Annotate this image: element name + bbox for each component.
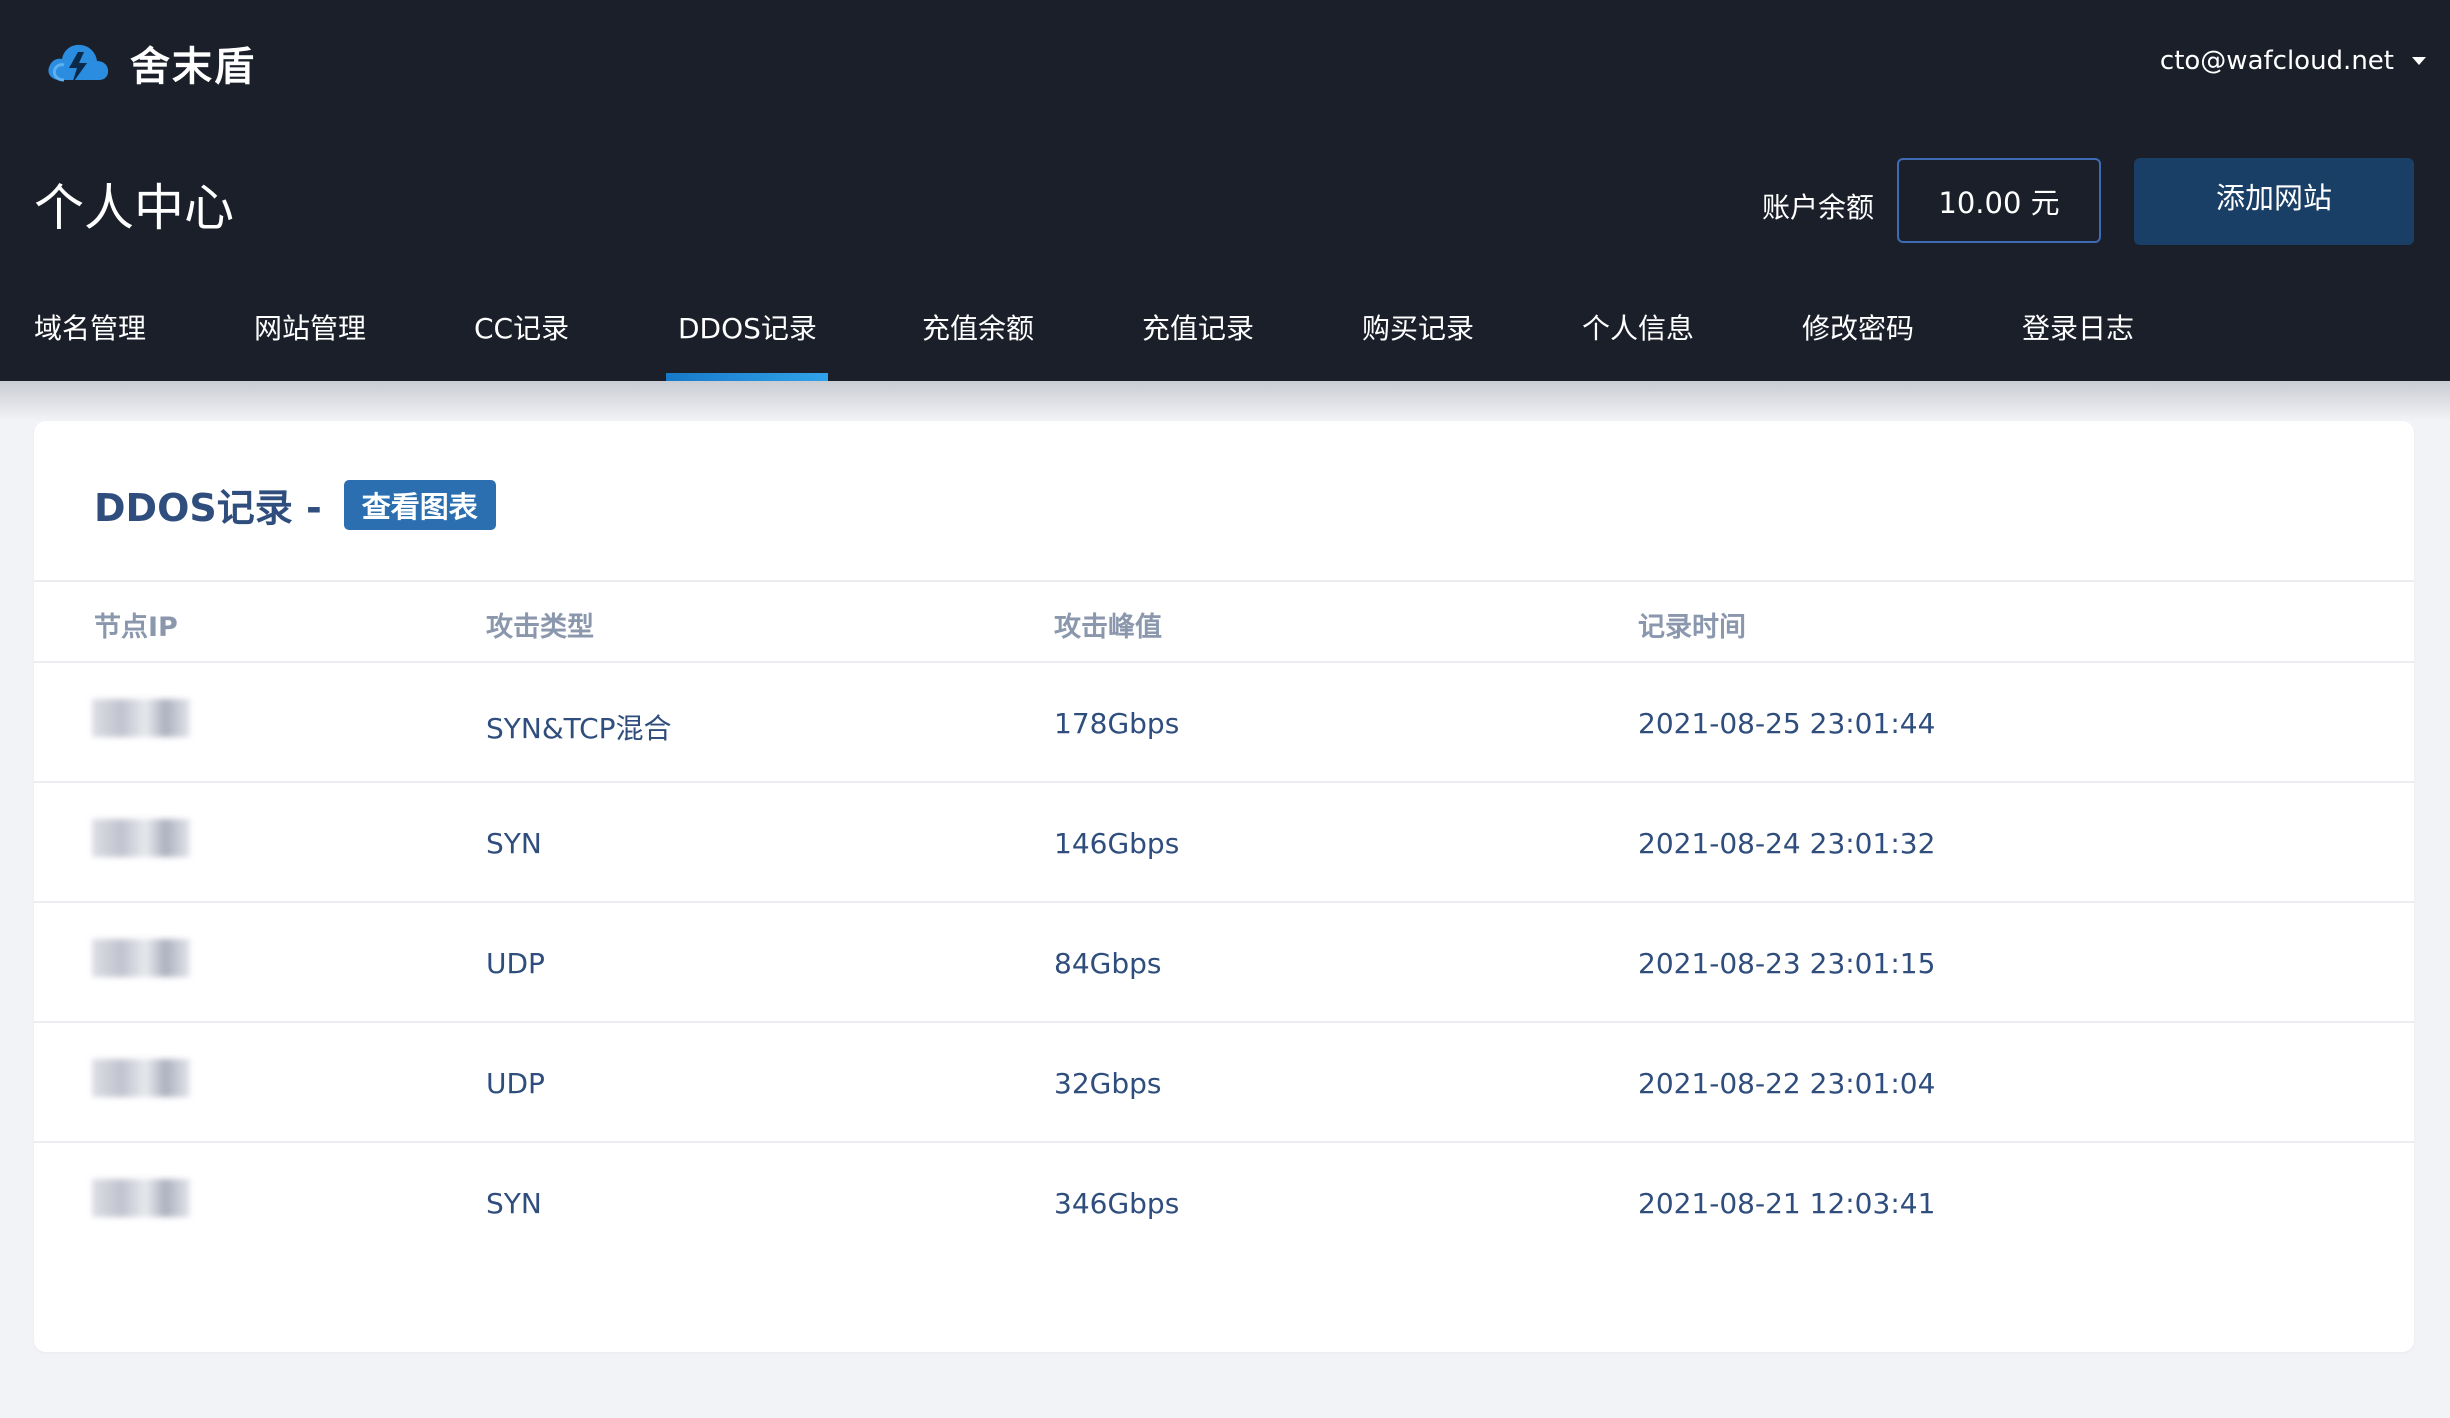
view-chart-button[interactable]: 查看图表 xyxy=(343,479,496,530)
page-title: 个人中心 xyxy=(34,179,234,237)
table-row[interactable]: UDP 84Gbps 2021-08-23 23:01:15 xyxy=(34,903,2414,1023)
nav-tabs: 域名管理 网站管理 CC记录 DDOS记录 充值余额 充值记录 购买记录 个人信… xyxy=(0,290,2450,381)
attack-type: UDP xyxy=(486,947,545,980)
tab-login-log[interactable]: 登录日志 xyxy=(2022,290,2134,381)
node-ip-redacted xyxy=(92,1059,190,1097)
tab-cc-records[interactable]: CC记录 xyxy=(474,290,569,381)
user-email: cto@wafcloud.net xyxy=(2159,46,2394,76)
attack-peak: 84Gbps xyxy=(1054,947,1162,980)
column-header-attack-type[interactable]: 攻击类型 xyxy=(486,605,594,644)
attack-peak: 146Gbps xyxy=(1054,827,1180,860)
record-time: 2021-08-23 23:01:15 xyxy=(1638,947,1936,980)
logo[interactable]: 舍末盾 xyxy=(44,34,256,92)
table-row[interactable]: SYN 346Gbps 2021-08-21 12:03:41 xyxy=(34,1143,2414,1263)
tab-ddos-records[interactable]: DDOS记录 xyxy=(678,290,817,381)
divider xyxy=(34,580,2414,582)
balance-value: 10.00 元 xyxy=(1897,158,2101,243)
column-header-node-ip[interactable]: 节点IP xyxy=(94,605,178,644)
attack-type: SYN&TCP混合 xyxy=(486,712,672,745)
tab-personal-info[interactable]: 个人信息 xyxy=(1582,290,1694,381)
tab-change-password[interactable]: 修改密码 xyxy=(1802,290,1914,381)
tab-purchase-records[interactable]: 购买记录 xyxy=(1362,290,1474,381)
node-ip-redacted xyxy=(92,1179,190,1217)
tab-recharge-balance[interactable]: 充值余额 xyxy=(922,290,1034,381)
record-time: 2021-08-24 23:01:32 xyxy=(1638,827,1936,860)
chevron-down-icon xyxy=(2412,57,2426,65)
brand-name: 舍末盾 xyxy=(130,44,256,90)
record-time: 2021-08-25 23:01:44 xyxy=(1638,707,1936,740)
attack-type: UDP xyxy=(486,1067,545,1100)
node-ip-redacted xyxy=(92,819,190,857)
user-menu[interactable]: cto@wafcloud.net xyxy=(2160,46,2426,76)
node-ip-redacted xyxy=(92,699,190,737)
top-header: 舍末盾 cto@wafcloud.net 个人中心 账户余额 10.00 元 添… xyxy=(0,0,2450,381)
card-title-text: DDOS记录 - xyxy=(94,486,322,530)
record-time: 2021-08-21 12:03:41 xyxy=(1638,1187,1936,1220)
table-row[interactable]: UDP 32Gbps 2021-08-22 23:01:04 xyxy=(34,1023,2414,1143)
attack-type: SYN xyxy=(486,827,542,860)
column-header-record-time[interactable]: 记录时间 xyxy=(1638,605,1746,644)
table-row[interactable]: SYN 146Gbps 2021-08-24 23:01:32 xyxy=(34,783,2414,903)
attack-type: SYN xyxy=(486,1187,542,1220)
attack-peak: 32Gbps xyxy=(1054,1067,1162,1100)
header-shadow xyxy=(0,381,2450,421)
tab-recharge-records[interactable]: 充值记录 xyxy=(1142,290,1254,381)
record-time: 2021-08-22 23:01:04 xyxy=(1638,1067,1936,1100)
attack-peak: 346Gbps xyxy=(1054,1187,1180,1220)
tab-domain-management[interactable]: 域名管理 xyxy=(34,290,146,381)
table-row[interactable]: SYN&TCP混合 178Gbps 2021-08-25 23:01:44 xyxy=(34,663,2414,783)
tab-site-management[interactable]: 网站管理 xyxy=(254,290,366,381)
ddos-records-card: DDOS记录 - 查看图表 节点IP 攻击类型 攻击峰值 记录时间 SYN&TC… xyxy=(34,421,2414,1352)
balance-label: 账户余额 xyxy=(1762,191,1875,224)
add-site-button[interactable]: 添加网站 xyxy=(2134,158,2414,245)
cloud-lightning-icon xyxy=(48,44,109,84)
node-ip-redacted xyxy=(92,939,190,977)
attack-peak: 178Gbps xyxy=(1054,707,1180,740)
card-title: DDOS记录 - 查看图表 xyxy=(94,477,496,532)
column-header-attack-peak[interactable]: 攻击峰值 xyxy=(1054,605,1162,644)
add-site-label: 添加网站 xyxy=(2215,180,2332,215)
active-tab-indicator xyxy=(666,373,828,381)
